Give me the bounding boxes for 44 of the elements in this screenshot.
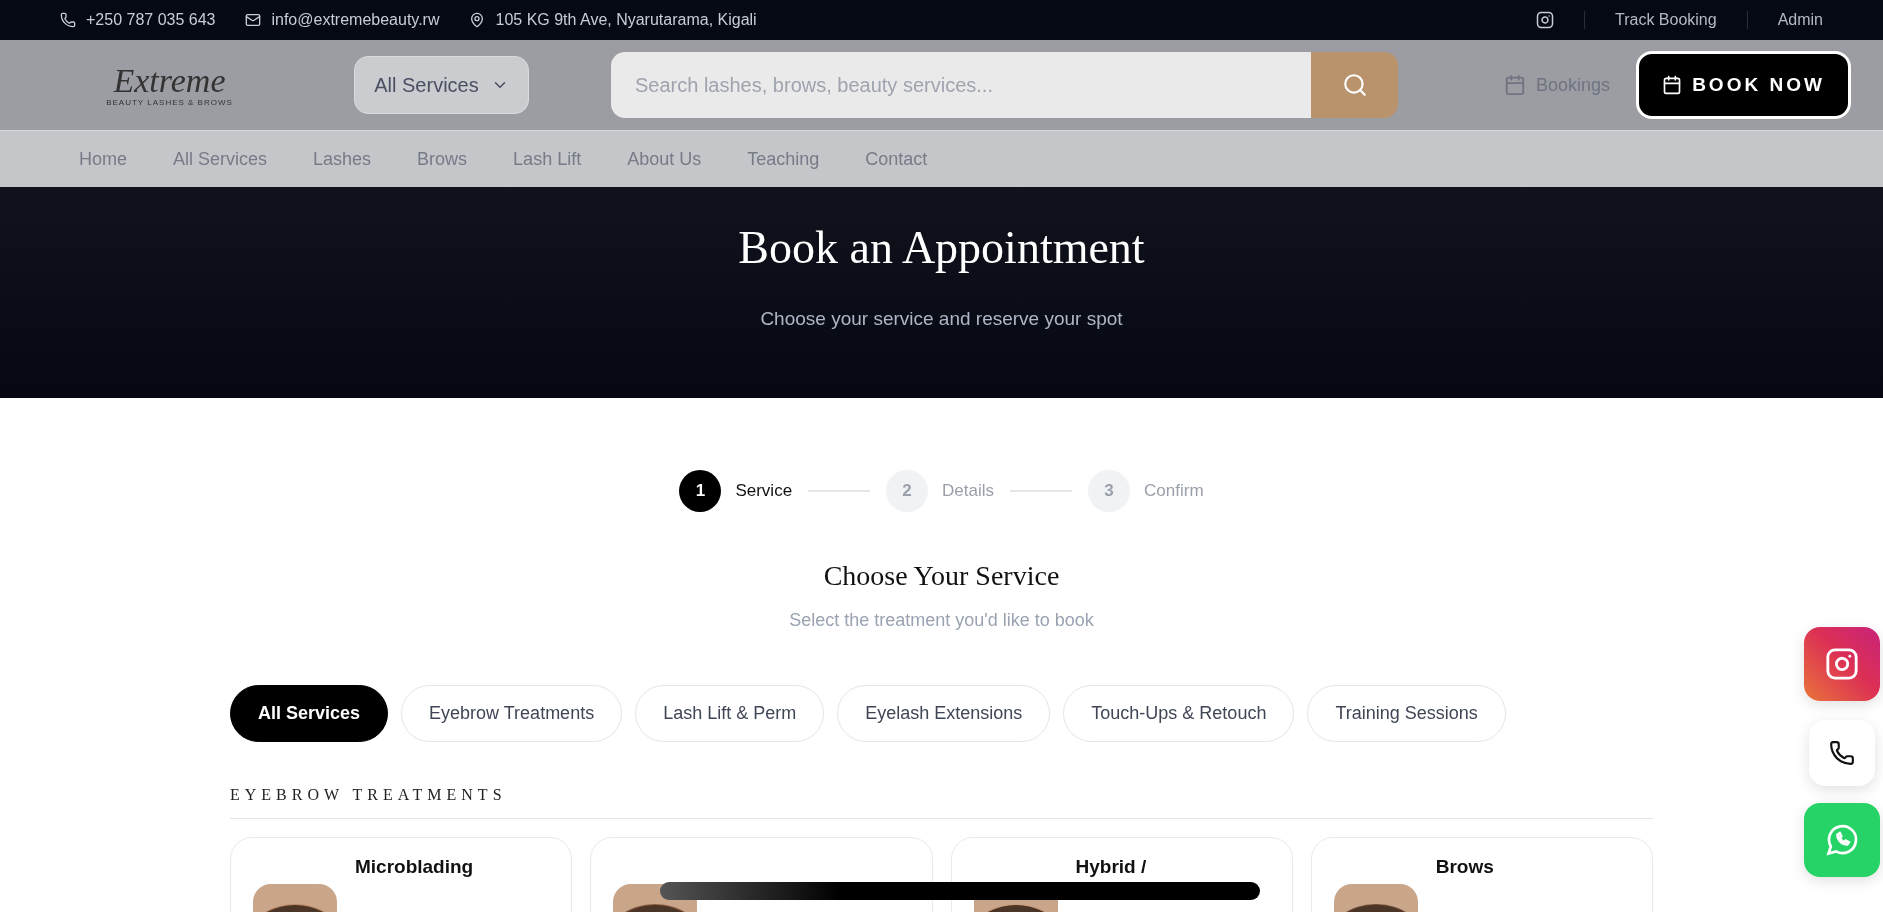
category-heading: EYEBROW TREATMENTS [230, 786, 1653, 819]
chat-bubble-icon [1824, 822, 1860, 858]
calendar-icon [1662, 75, 1683, 95]
category-dropdown[interactable]: All Services [354, 56, 529, 114]
book-now-button[interactable]: BOOK NOW [1636, 51, 1851, 119]
filter-chip[interactable]: Touch-Ups & Retouch [1063, 685, 1295, 742]
filter-chip[interactable]: Training Sessions [1307, 685, 1506, 742]
mail-icon [245, 12, 262, 28]
section-subtitle: Select the treatment you'd like to book [788, 610, 1095, 631]
step-number: 1 [679, 470, 722, 512]
step-label: Confirm [1144, 481, 1204, 501]
map-pin-icon [469, 12, 486, 28]
service-title: Brows [1435, 856, 1494, 879]
top-link[interactable]: Admin [1777, 11, 1823, 29]
calendar-icon [1503, 74, 1526, 96]
step-label: Details [942, 481, 995, 501]
search-field[interactable]: Search lashes, brows, beauty services... [611, 52, 1311, 118]
logo-name: Extreme [113, 63, 226, 98]
section-title: Choose Your Service [822, 560, 1061, 592]
email-address: info@extremebeauty.rw [271, 11, 440, 29]
phone-button[interactable] [1809, 720, 1875, 786]
step-number: 3 [1088, 470, 1131, 512]
instagram-icon [1825, 647, 1859, 681]
filter-chip[interactable]: Lash Lift & Perm [635, 685, 825, 742]
step-label: Service [735, 481, 793, 501]
filter-chip[interactable]: Eyelash Extensions [837, 685, 1051, 742]
hero-title: Book an Appointment [738, 221, 1145, 274]
filter-chip[interactable]: Eyebrow Treatments [401, 685, 623, 742]
service-card[interactable]: Brows [1310, 837, 1653, 912]
phone-icon [1829, 740, 1855, 766]
filter-chip[interactable]: All Services [230, 685, 389, 742]
service-title: Hybrid / [1075, 856, 1147, 879]
step-number: 2 [886, 470, 929, 512]
logo-tagline: BEAUTY LASHES & BROWS [106, 97, 233, 107]
phone-icon [60, 12, 76, 28]
instagram-button[interactable] [1804, 627, 1880, 701]
instagram-icon[interactable] [1535, 11, 1554, 29]
hero-subtitle: Choose your service and reserve your spot [760, 308, 1123, 330]
top-link[interactable]: Track Booking [1614, 11, 1717, 29]
search-icon [1341, 72, 1368, 98]
phone-number: +250 787 035 643 [86, 11, 216, 29]
address: 105 KG 9th Ave, Nyarutarama, Kigali [495, 11, 757, 29]
service-card[interactable]: Microblading [230, 837, 573, 912]
service-title: Microblading [355, 856, 474, 879]
